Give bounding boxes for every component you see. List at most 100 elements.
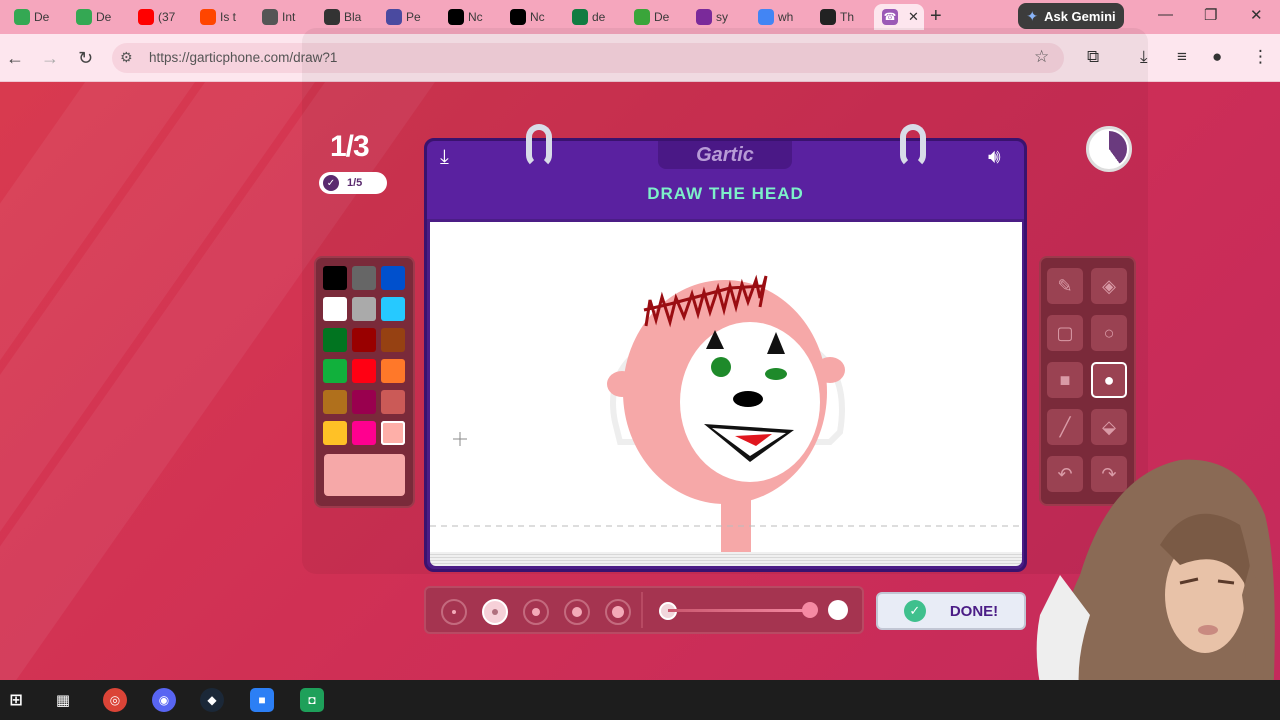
browser-tab[interactable]: Pe: [378, 4, 428, 30]
eraser-icon[interactable]: ◈: [1091, 268, 1127, 304]
check-icon: ✓: [323, 175, 339, 191]
notebook-ring-right: [900, 124, 926, 168]
rectangle-outline-icon[interactable]: ▢: [1047, 315, 1083, 351]
brush-size-option[interactable]: [564, 599, 590, 625]
x-icon: [448, 9, 464, 25]
google-drive-icon: [76, 9, 92, 25]
done-button[interactable]: ✓ DONE!: [876, 592, 1026, 630]
chrome-icon[interactable]: ◎: [103, 688, 127, 712]
browser-tab[interactable]: De: [626, 4, 676, 30]
tab-title: wh: [778, 10, 794, 24]
new-tab-button[interactable]: +: [930, 6, 942, 26]
brush-size-option[interactable]: [441, 599, 467, 625]
color-swatch[interactable]: [381, 359, 405, 383]
peace-icon: [696, 9, 712, 25]
browser-tab[interactable]: Nc: [440, 4, 490, 30]
k-icon: [634, 9, 650, 25]
ellipse-fill-icon[interactable]: ●: [1091, 362, 1127, 398]
terminal-icon: [820, 9, 836, 25]
reload-icon[interactable]: ↻: [78, 48, 93, 69]
color-swatch[interactable]: [352, 297, 376, 321]
tab-title: sy: [716, 10, 728, 24]
media-control-icon[interactable]: ≡: [1177, 47, 1187, 67]
task-view-icon[interactable]: ▦: [51, 688, 75, 712]
browser-tab[interactable]: Th: [812, 4, 862, 30]
done-label: DONE!: [949, 602, 999, 620]
ask-gemini-button[interactable]: ✦ Ask Gemini: [1018, 3, 1124, 29]
browser-tab[interactable]: De: [68, 4, 118, 30]
browser-tab[interactable]: Int: [254, 4, 304, 30]
browser-tab[interactable]: sy: [688, 4, 738, 30]
opacity-max-icon: [828, 600, 848, 620]
globe-icon: [262, 9, 278, 25]
rectangle-fill-icon[interactable]: ■: [1047, 362, 1083, 398]
close-window-icon[interactable]: ✕: [1250, 6, 1263, 24]
drawing-canvas[interactable]: [430, 222, 1022, 552]
color-swatch[interactable]: [352, 390, 376, 414]
reddit-icon: [200, 9, 216, 25]
os-taskbar: [0, 680, 1280, 720]
profile-icon[interactable]: ●: [1212, 47, 1222, 67]
sound-icon[interactable]: 🔊︎: [988, 146, 1001, 169]
color-swatch[interactable]: [381, 421, 405, 445]
roblox-icon[interactable]: ■: [250, 688, 274, 712]
minimize-icon[interactable]: —: [1158, 6, 1173, 23]
color-swatch[interactable]: [323, 421, 347, 445]
color-swatch[interactable]: [381, 266, 405, 290]
color-swatch[interactable]: [323, 266, 347, 290]
opacity-slider[interactable]: [668, 609, 810, 612]
ellipse-outline-icon[interactable]: ○: [1091, 315, 1127, 351]
browser-tab[interactable]: Is t: [192, 4, 242, 30]
head-drawing: [430, 274, 1022, 552]
restore-icon[interactable]: ❐: [1204, 6, 1217, 24]
color-swatch[interactable]: [352, 359, 376, 383]
app-icon[interactable]: ◘: [300, 688, 324, 712]
menu-icon[interactable]: ⋮: [1252, 47, 1269, 67]
site-info-icon[interactable]: ⚙: [120, 49, 133, 66]
brush-size-option[interactable]: [523, 599, 549, 625]
color-swatch[interactable]: [381, 390, 405, 414]
close-tab-icon[interactable]: ✕: [908, 9, 919, 25]
color-swatch[interactable]: [323, 359, 347, 383]
current-color-preview: [324, 454, 405, 496]
color-swatch[interactable]: [323, 390, 347, 414]
draw-prompt: DRAW THE HEAD: [647, 184, 804, 203]
forward-icon[interactable]: →: [41, 48, 59, 69]
timer-icon: [1091, 131, 1127, 167]
color-swatch[interactable]: [381, 328, 405, 352]
players-done-badge: ✓ 1/5: [319, 172, 387, 194]
active-browser-tab[interactable]: ☎ ✕: [874, 4, 924, 30]
site-icon: [386, 9, 402, 25]
brush-size-option[interactable]: [605, 599, 631, 625]
divider: [641, 592, 643, 628]
color-swatch[interactable]: [352, 421, 376, 445]
download-drawing-icon[interactable]: ⤓: [440, 146, 449, 169]
back-icon[interactable]: ←: [6, 48, 24, 69]
windows-start-icon[interactable]: ⊞: [4, 688, 28, 712]
gemini-icon: ✦: [1026, 7, 1039, 24]
discord-icon[interactable]: ◉: [152, 688, 176, 712]
browser-tab[interactable]: (37: [130, 4, 180, 30]
pencil-icon[interactable]: ✎: [1047, 268, 1083, 304]
bucket-icon[interactable]: ⬙: [1091, 409, 1127, 445]
color-swatch[interactable]: [352, 328, 376, 352]
browser-tab[interactable]: Bla: [316, 4, 366, 30]
color-swatch[interactable]: [323, 328, 347, 352]
color-swatch[interactable]: [381, 297, 405, 321]
line-icon[interactable]: ╱: [1047, 409, 1083, 445]
tab-title: de: [592, 10, 606, 24]
browser-tab[interactable]: Nc: [502, 4, 552, 30]
color-swatch[interactable]: [323, 297, 347, 321]
tab-title: Is t: [220, 10, 237, 24]
tab-title: De: [654, 10, 670, 24]
brush-size-option[interactable]: [482, 599, 508, 625]
browser-tab[interactable]: De: [6, 4, 56, 30]
browser-tab[interactable]: de: [564, 4, 614, 30]
opacity-slider-thumb[interactable]: [802, 602, 818, 618]
color-swatch[interactable]: [352, 266, 376, 290]
wix-icon: [324, 9, 340, 25]
round-counter: 1/3: [330, 130, 370, 163]
browser-tab[interactable]: wh: [750, 4, 800, 30]
x-icon: [510, 9, 526, 25]
steam-icon[interactable]: ◆: [200, 688, 224, 712]
